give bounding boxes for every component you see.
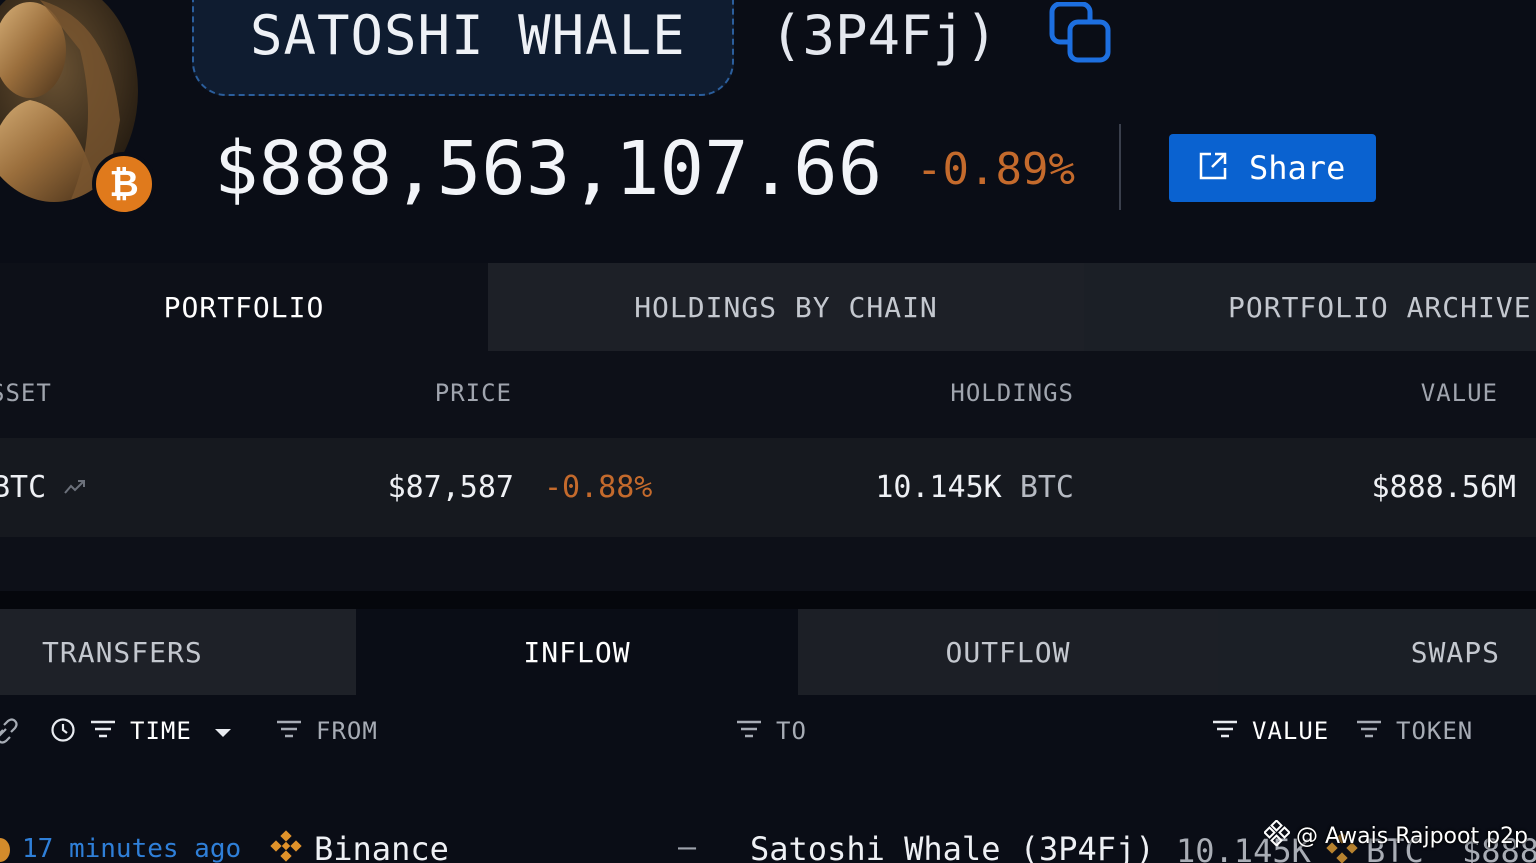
- filter-icon: [276, 717, 302, 745]
- filter-to[interactable]: TO: [736, 717, 807, 745]
- filter-to-label: TO: [776, 717, 807, 745]
- filter-time[interactable]: TIME: [90, 717, 232, 745]
- filter-token[interactable]: TOKEN: [1356, 717, 1473, 745]
- tab-inflow[interactable]: INFLOW: [356, 609, 798, 695]
- share-external-icon: [1197, 150, 1229, 186]
- header-divider: [1119, 124, 1121, 210]
- share-label: Share: [1249, 149, 1346, 187]
- filter-token-label: TOKEN: [1396, 717, 1474, 745]
- asset-price-change: -0.88%: [544, 470, 653, 505]
- entity-name: SATOSHI WHALE: [250, 4, 686, 67]
- filter-from-label: FROM: [316, 717, 378, 745]
- portfolio-tabs: PORTFOLIO HOLDINGS BY CHAIN PORTFOLIO AR…: [0, 263, 1536, 351]
- section-divider: [0, 591, 1536, 609]
- tab-portfolio-archive[interactable]: PORTFOLIO ARCHIVE: [1160, 263, 1536, 351]
- filter-icon: [736, 717, 762, 745]
- portfolio-table: SSET PRICE HOLDINGS VALUE BTC $87,587 -0…: [0, 351, 1536, 591]
- asset-value: $888.56M: [1371, 470, 1517, 505]
- filter-icon: [1356, 717, 1382, 745]
- filter-icon: [1212, 717, 1238, 745]
- binance-icon: [270, 830, 302, 862]
- column-header-asset[interactable]: SSET: [0, 379, 52, 407]
- tx-to-entity[interactable]: Satoshi Whale (3P4Fj): [750, 830, 1155, 863]
- holdings-amount: 10.145K: [875, 470, 1002, 505]
- asset-holdings: 10.145K BTC: [875, 470, 1074, 505]
- filter-from[interactable]: FROM: [276, 717, 378, 745]
- tab-swaps[interactable]: SWAPS: [1218, 609, 1536, 695]
- tx-from-entity[interactable]: Binance: [314, 830, 449, 863]
- watermark-text: @ Awais Rajpoot p2p: [1296, 823, 1529, 849]
- total-balance: $888,563,107.66: [214, 126, 883, 212]
- copy-icon[interactable]: [1048, 1, 1114, 64]
- watermark: @ Awais Rajpoot p2p: [1263, 819, 1529, 852]
- tab-transfers[interactable]: TRANSFERS: [0, 609, 356, 695]
- tx-time-link[interactable]: 17 minutes ago: [22, 834, 241, 863]
- column-header-holdings[interactable]: HOLDINGS: [950, 379, 1074, 407]
- asset-symbol: BTC: [0, 470, 47, 505]
- tx-separator: —: [678, 830, 697, 863]
- entity-address: (3P4Fj): [770, 4, 998, 67]
- filter-bar: TIME FROM TO VALUE TOKEN: [0, 695, 1536, 775]
- flow-tabs: TRANSFERS INFLOW OUTFLOW SWAPS: [0, 609, 1536, 695]
- clock-icon: [50, 717, 76, 743]
- filter-value[interactable]: VALUE: [1212, 717, 1329, 745]
- filter-time-label: TIME: [130, 717, 192, 745]
- tab-portfolio[interactable]: PORTFOLIO: [0, 263, 488, 351]
- share-button[interactable]: Share: [1169, 134, 1376, 202]
- table-row[interactable]: BTC $87,587 -0.88% 10.145K BTC $888.56M: [0, 438, 1536, 537]
- bitcoin-icon: ₿: [92, 152, 156, 216]
- caret-down-icon: [206, 717, 232, 745]
- tab-outflow[interactable]: OUTFLOW: [798, 609, 1218, 695]
- asset-price: $87,587: [387, 470, 514, 505]
- column-header-price[interactable]: PRICE: [435, 379, 512, 407]
- balance-change: -0.89%: [916, 144, 1075, 195]
- link-icon[interactable]: [0, 717, 20, 745]
- watermark-logo-icon: [1263, 819, 1291, 852]
- chain-icon: [0, 838, 10, 862]
- column-header-value[interactable]: VALUE: [1421, 379, 1498, 407]
- filter-icon: [90, 717, 116, 745]
- filter-value-label: VALUE: [1252, 717, 1330, 745]
- holdings-unit: BTC: [1019, 470, 1074, 505]
- tab-holdings-by-chain[interactable]: HOLDINGS BY CHAIN: [488, 263, 1084, 351]
- trend-icon[interactable]: [64, 478, 86, 496]
